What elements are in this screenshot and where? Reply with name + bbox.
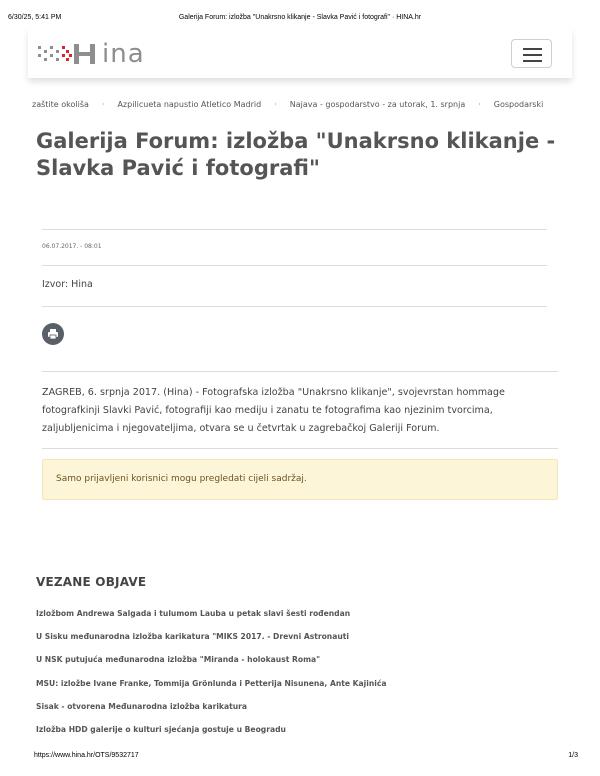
related-post-link[interactable]: Izložba HDD galerije o kulturi sjećanja … [36,724,566,747]
hamburger-menu-icon [523,48,542,50]
news-ticker: zaštite okoliša · Azpilicueta napustio Atl… [0,100,600,112]
divider [42,306,547,307]
ticker-item[interactable]: Gospodarski [494,100,544,109]
ticker-separator: · [274,100,277,109]
print-page-number: 1/3 [568,752,578,759]
article-title: Galerija Forum: izložba "Unakrsno klikan… [36,129,556,180]
ticker-item[interactable]: Azpilicueta napustio Atletico Madrid [117,100,261,109]
print-url: https://www.hina.hr/OTS/9532717 [34,752,139,759]
ticker-item[interactable]: Najava - gospodarstvo - za utorak, 1. sr… [290,100,465,109]
logo-text: ina [102,39,145,69]
related-posts-list: Izložbom Andrewa Salgada i tulumom Lauba… [36,608,566,747]
ticker-separator: · [478,100,481,109]
related-post-link[interactable]: U Sisku međunarodna izložba karikatura "… [36,631,566,654]
divider [42,371,558,372]
site-header: ina [28,28,572,78]
print-page-title: Galerija Forum: izložba "Unakrsno klikan… [178,14,422,21]
ticker-item[interactable]: zaštite okoliša [32,100,89,109]
related-post-link[interactable]: Izložbom Andrewa Salgada i tulumom Lauba… [36,608,566,631]
article-date: 06.07.2017. - 08:01 [42,243,102,250]
print-header: 6/30/25, 5:41 PM Galerija Forum: izložba… [0,14,600,26]
login-notice-text: Samo prijavljeni korisnici mogu pregleda… [56,474,307,484]
login-notice: Samo prijavljeni korisnici mogu pregleda… [42,459,558,500]
related-post-link[interactable]: MSU: izložbe Ivane Franke, Tommija Grönl… [36,678,566,701]
article-source: Izvor: Hina [42,279,93,290]
related-post-link[interactable]: U NSK putujuća međunarodna izložba "Mira… [36,654,566,677]
print-icon [48,329,58,340]
hina-dots-logo-icon [38,44,95,64]
divider [42,265,547,266]
print-button[interactable] [42,323,64,345]
hamburger-menu-button[interactable] [511,39,552,68]
ticker-track: zaštite okoliša · Azpilicueta napustio Atl… [32,100,543,109]
related-posts-title: VEZANE OBJAVE [36,575,147,589]
divider [42,448,558,449]
hina-logo[interactable]: ina [36,40,166,68]
ticker-separator: · [101,100,105,109]
related-post-link[interactable]: Sisak - otvorena Međunarodna izložba kar… [36,701,566,724]
divider [42,229,547,230]
article-lead: ZAGREB, 6. srpnja 2017. (Hina) - Fotogra… [42,387,505,434]
print-footer: https://www.hina.hr/OTS/9532717 1/3 [0,752,600,764]
